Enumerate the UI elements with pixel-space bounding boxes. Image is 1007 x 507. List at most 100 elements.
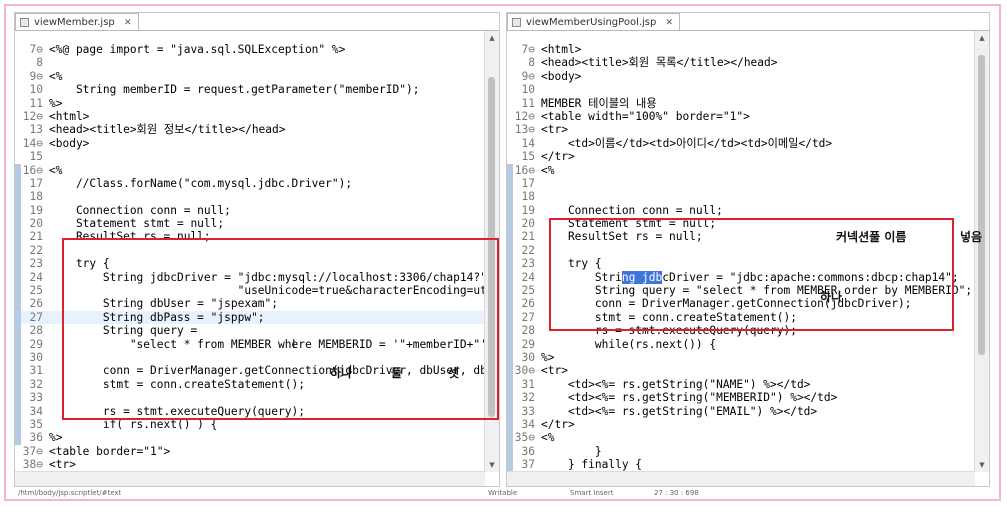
code-line[interactable]: 37⊖ <table border="1"> (15, 445, 485, 458)
code-line[interactable]: 34 </tr> (507, 417, 975, 432)
code-line[interactable]: 30 %> (507, 350, 975, 365)
code-text: Statement stmt = null; (49, 217, 225, 231)
code-line[interactable]: 29 while(rs.next()) { (507, 337, 975, 351)
code-text: <tr> (541, 364, 568, 378)
change-marker (507, 257, 513, 271)
line-number: 8 (528, 56, 535, 70)
code-line[interactable]: 15 </tr> (507, 150, 975, 163)
code-line[interactable]: 11 MEMBER 테이블의 내용 (507, 97, 975, 110)
code-text: while(rs.next()) { (541, 337, 717, 351)
change-marker (15, 337, 21, 351)
change-marker (15, 190, 21, 204)
scroll-down-icon[interactable]: ▼ (977, 460, 987, 470)
code-line[interactable]: 37 } finally { (507, 458, 975, 472)
change-marker (15, 391, 21, 405)
code-line[interactable]: 17 //Class.forName("com.mysql.jdbc.Drive… (15, 176, 485, 191)
code-line[interactable]: 30⊖ <tr> (507, 364, 975, 378)
code-line[interactable]: 18 (15, 190, 485, 204)
code-line[interactable]: 11 %> (15, 97, 485, 110)
code-text: <body> (541, 69, 582, 83)
change-marker (507, 217, 513, 231)
close-icon[interactable]: ✕ (666, 18, 674, 28)
code-text: <td><%= rs.getString("MEMBERID") %></td> (541, 391, 838, 405)
code-text: String memberID = request.getParameter("… (49, 83, 420, 97)
change-marker (507, 270, 513, 285)
code-line[interactable]: 14 <td>이름</td><td>아이디</td><td>이메일</td> (507, 137, 975, 150)
code-line[interactable]: 9⊖ <% (15, 70, 485, 83)
code-line[interactable]: 19 Connection conn = null; (15, 203, 485, 218)
code-line[interactable]: 20 Statement stmt = null; (15, 217, 485, 231)
scroll-thumb[interactable] (978, 55, 985, 355)
change-marker (15, 364, 21, 378)
code-line[interactable]: 38⊖ <tr> (15, 458, 485, 471)
code-text: <table width="100%" border="1"> (541, 109, 750, 123)
code-line[interactable]: 36 %> (15, 431, 485, 445)
line-number: 7⊖ (29, 43, 43, 56)
scroll-up-icon[interactable]: ▲ (977, 33, 987, 43)
code-line[interactable]: 17 (507, 176, 975, 191)
code-text: %> (49, 96, 63, 110)
code-text: <table border="1"> (49, 444, 171, 458)
horizontal-scrollbar[interactable] (507, 471, 975, 486)
line-number: 7⊖ (521, 43, 535, 56)
code-line[interactable]: 13 <head><title>회원 정보</title></head> (15, 123, 485, 136)
code-line[interactable]: 31 <td><%= rs.getString("NAME") %></td> (507, 377, 975, 392)
code-line[interactable]: 16⊖ <% (15, 163, 485, 177)
change-marker (15, 417, 21, 432)
scroll-down-icon[interactable]: ▼ (487, 460, 497, 470)
line-number: 13 (29, 123, 43, 137)
code-text: <% (541, 431, 555, 445)
change-marker (507, 377, 513, 392)
annotation-put: 넣음 (960, 230, 983, 244)
annotation-right-one: 하나 (820, 290, 843, 304)
code-line[interactable]: 13⊖ <tr> (507, 123, 975, 136)
status-position: 27 : 30 : 698 (654, 489, 699, 497)
code-line[interactable]: 12⊖ <table width="100%" border="1"> (507, 110, 975, 123)
change-marker (15, 230, 21, 244)
code-line[interactable]: 36 } (507, 444, 975, 459)
code-line[interactable]: 12⊖ <html> (15, 110, 485, 123)
tab-title: viewMemberUsingPool.jsp (526, 17, 657, 28)
code-line[interactable]: 33 <td><%= rs.getString("EMAIL") %></td> (507, 404, 975, 418)
code-line[interactable]: 15 (15, 150, 485, 163)
code-text: //Class.forName("com.mysql.jdbc.Driver")… (49, 176, 353, 190)
code-line[interactable]: 18 (507, 190, 975, 204)
close-icon[interactable]: ✕ (124, 18, 132, 28)
code-line[interactable]: 14⊖ <body> (15, 137, 485, 150)
change-marker (15, 324, 21, 338)
horizontal-scrollbar[interactable] (15, 471, 485, 486)
line-number: 15 (29, 150, 43, 164)
code-text: <head><title>회원 목록</title></head> (541, 56, 778, 70)
status-insert-mode: Smart Insert (570, 489, 614, 497)
code-line[interactable]: 7⊖ <%@ page import = "java.sql.SQLExcepti… (15, 43, 485, 56)
change-marker (507, 337, 513, 351)
change-marker (15, 310, 21, 325)
change-marker (15, 257, 21, 271)
change-marker (15, 297, 21, 311)
vertical-scrollbar[interactable]: ▲ ▼ (974, 31, 989, 472)
code-text: Connection conn = null; (541, 203, 723, 217)
code-line[interactable]: 10 (507, 83, 975, 96)
code-line[interactable]: 32 <td><%= rs.getString("MEMBERID") %></… (507, 391, 975, 405)
line-number: 9⊖ (29, 69, 43, 83)
code-line[interactable]: 7⊖ <html> (507, 43, 975, 56)
code-line[interactable]: 19 Connection conn = null; (507, 203, 975, 218)
code-line[interactable]: 8 (15, 56, 485, 69)
tab-viewmemberusingpool[interactable]: viewMemberUsingPool.jsp ✕ (507, 13, 681, 31)
code-line[interactable]: 8 <head><title>회원 목록</title></head> (507, 56, 975, 69)
change-marker (507, 391, 513, 405)
code-line[interactable]: 9⊖ <body> (507, 70, 975, 83)
change-marker (507, 350, 513, 365)
line-number: 14 (521, 136, 535, 150)
code-text: MEMBER 테이블의 내용 (541, 96, 657, 110)
code-line[interactable]: 10 String memberID = request.getParamete… (15, 83, 485, 96)
tab-viewmember[interactable]: viewMember.jsp ✕ (15, 13, 139, 31)
code-text: <td><%= rs.getString("EMAIL") %></td> (541, 404, 818, 418)
code-text: </tr> (541, 150, 575, 164)
change-marker (507, 284, 513, 298)
code-line[interactable]: 16⊖ <% (507, 163, 975, 177)
change-marker (507, 324, 513, 338)
line-number: 38⊖ (22, 458, 43, 472)
scroll-up-icon[interactable]: ▲ (487, 33, 497, 43)
code-line[interactable]: 35⊖ <% (507, 431, 975, 445)
